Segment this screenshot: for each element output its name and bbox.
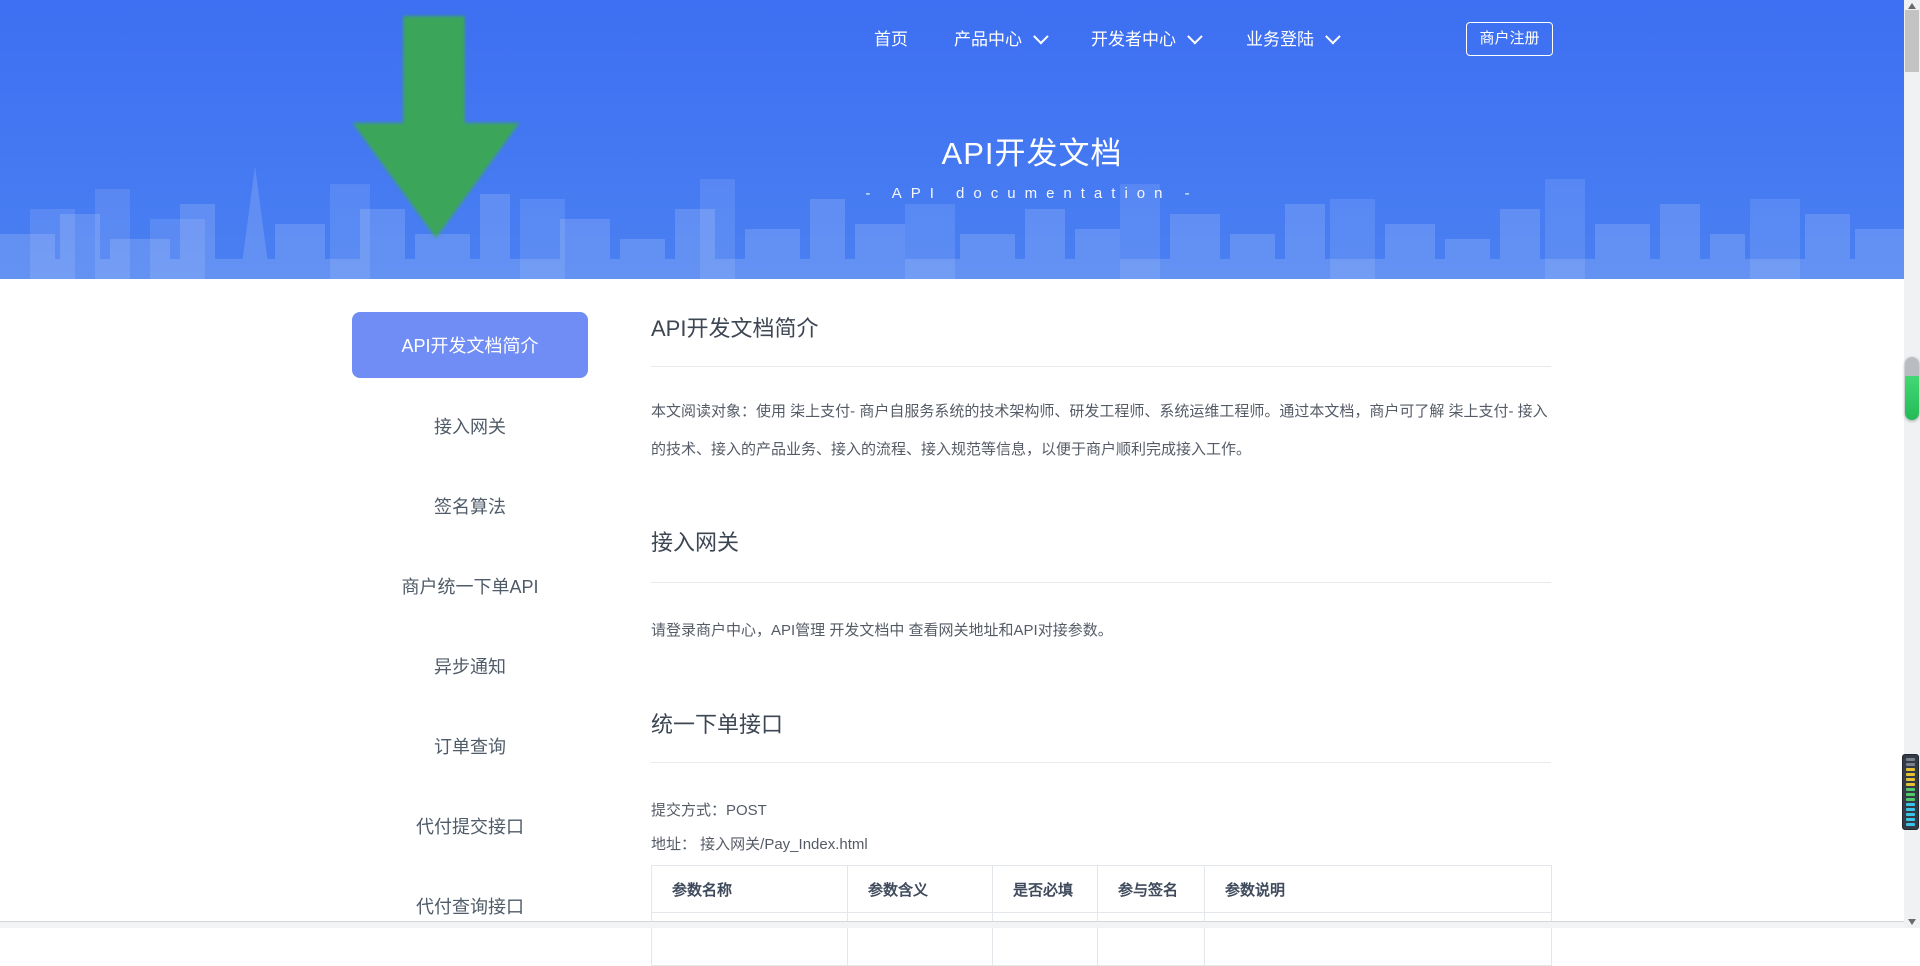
sidebar-item-async-notify[interactable]: 异步通知 <box>352 626 588 706</box>
section-heading-gateway: 接入网关 <box>651 528 739 558</box>
meter-bar <box>1906 763 1915 766</box>
marker-cap <box>1905 357 1919 376</box>
meter-bar <box>1906 808 1915 811</box>
page: 首页 产品中心 开发者中心 业务登陆 商户注册 API开发文档 - API do… <box>0 0 1920 928</box>
sidebar-item-unified-order-api[interactable]: 商户统一下单API <box>352 546 588 626</box>
sidebar-item-signature-algorithm[interactable]: 签名算法 <box>352 466 588 546</box>
meter-bar <box>1906 803 1915 806</box>
col-header-param-meaning: 参数含义 <box>848 866 993 913</box>
col-header-param-name: 参数名称 <box>652 866 848 913</box>
meter-bar <box>1906 818 1915 821</box>
sidebar-item-payout-query[interactable]: 代付查询接口 <box>352 866 588 946</box>
marker-green-pill <box>1905 376 1919 420</box>
divider <box>651 762 1551 763</box>
meter-bar <box>1906 823 1915 826</box>
divider <box>651 366 1551 367</box>
meter-bar <box>1906 778 1915 781</box>
col-header-required: 是否必填 <box>993 866 1098 913</box>
col-header-signed: 参与签名 <box>1098 866 1205 913</box>
vertical-scrollbar-thumb[interactable] <box>1905 10 1919 72</box>
sidebar-item-access-gateway[interactable]: 接入网关 <box>352 386 588 466</box>
meter-bar <box>1906 813 1915 816</box>
divider <box>651 582 1551 583</box>
extension-meter-widget[interactable] <box>1902 754 1919 830</box>
sidebar: API开发文档简介 接入网关 签名算法 商户统一下单API 异步通知 订单查询 … <box>352 312 588 946</box>
col-header-param-desc: 参数说明 <box>1205 866 1552 913</box>
meter-bar <box>1906 758 1915 761</box>
sidebar-item-payout-submit[interactable]: 代付提交接口 <box>352 786 588 866</box>
meter-bar <box>1906 773 1915 776</box>
meter-bar <box>1906 783 1915 786</box>
intro-paragraph: 本文阅读对象：使用 柒上支付- 商户自服务系统的技术架构师、研发工程师、系统运维… <box>651 393 1551 469</box>
gateway-paragraph: 请登录商户中心，API管理 开发文档中 查看网关地址和API对接参数。 <box>651 612 1551 650</box>
meter-bar <box>1906 768 1915 771</box>
sidebar-item-order-query[interactable]: 订单查询 <box>352 706 588 786</box>
gateway-address-text: 地址： 接入网关/Pay_Index.html <box>651 830 1551 860</box>
table-header-row: 参数名称 参数含义 是否必填 参与签名 参数说明 <box>652 866 1552 913</box>
meter-bar <box>1906 798 1915 801</box>
content-area: API开发文档简介 本文阅读对象：使用 柒上支付- 商户自服务系统的技术架构师、… <box>651 0 1551 928</box>
submit-method-text: 提交方式：POST <box>651 796 1551 826</box>
section-heading-intro: API开发文档简介 <box>651 314 818 344</box>
params-table: 参数名称 参数含义 是否必填 参与签名 参数说明 <box>651 865 1552 966</box>
section-heading-unified-order: 统一下单接口 <box>651 710 783 740</box>
meter-bar <box>1906 788 1915 791</box>
scroll-down-arrow-icon[interactable] <box>1908 919 1916 925</box>
sidebar-item-api-doc-intro[interactable]: API开发文档简介 <box>352 312 588 378</box>
horizontal-scrollbar[interactable] <box>0 921 1904 928</box>
scrollbar-green-marker[interactable] <box>1905 357 1919 420</box>
meter-bar <box>1906 793 1915 796</box>
scroll-up-arrow-icon[interactable] <box>1908 3 1916 9</box>
